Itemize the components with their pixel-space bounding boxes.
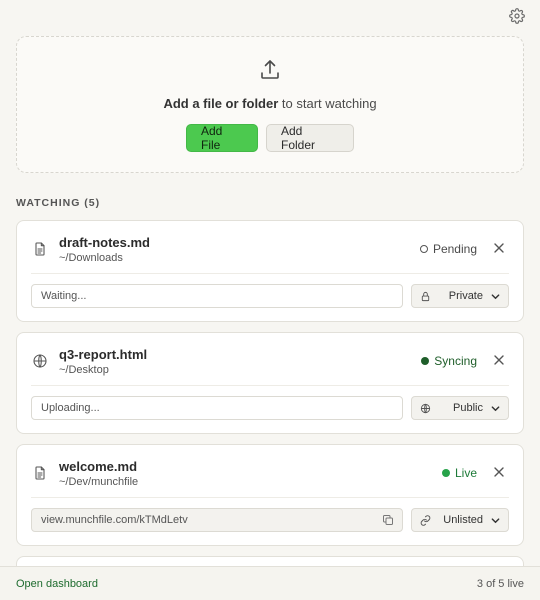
dropzone-headline: Add a file or folder to start watching bbox=[163, 96, 376, 111]
visibility-label: Private bbox=[448, 290, 483, 302]
divider bbox=[31, 273, 509, 274]
status-label: Live bbox=[454, 466, 477, 480]
gear-icon[interactable] bbox=[509, 8, 525, 24]
status-label: Pending bbox=[432, 242, 477, 256]
upload-icon bbox=[261, 60, 279, 79]
add-file-button[interactable]: Add File bbox=[186, 124, 258, 152]
divider bbox=[31, 497, 509, 498]
status-badge: Live bbox=[441, 466, 477, 480]
visibility-dropdown[interactable]: Unlisted bbox=[411, 508, 509, 532]
link-icon bbox=[420, 514, 431, 526]
document-icon bbox=[35, 466, 45, 480]
status-dot bbox=[419, 245, 428, 253]
share-url-text: view.munchfile.com/kTMdLetv bbox=[41, 514, 188, 526]
add-folder-button[interactable]: Add Folder bbox=[266, 124, 354, 152]
globe-icon bbox=[420, 403, 431, 413]
lock-icon bbox=[421, 291, 430, 301]
chevron-down-icon bbox=[491, 517, 500, 523]
watching-section-title: WATCHING (5) bbox=[16, 197, 101, 209]
dropzone-headline-bold: Add a file or folder bbox=[163, 96, 279, 111]
status-dot bbox=[441, 469, 450, 477]
status-badge: Syncing bbox=[421, 354, 477, 368]
file-path: ~/Desktop bbox=[59, 364, 109, 376]
visibility-label: Unlisted bbox=[443, 514, 483, 526]
file-name: welcome.md bbox=[59, 459, 138, 474]
globe-icon bbox=[33, 354, 47, 368]
share-url-field[interactable]: Uploading... bbox=[31, 396, 403, 420]
open-dashboard-link[interactable]: Open dashboard bbox=[16, 578, 98, 590]
close-icon[interactable] bbox=[494, 467, 504, 477]
visibility-dropdown[interactable]: Private bbox=[411, 284, 509, 308]
file-path: ~/Downloads bbox=[59, 252, 123, 264]
dropzone-headline-rest: to start watching bbox=[278, 96, 377, 111]
watch-card-draft-notes: draft-notes.md ~/Downloads Pending Waiti… bbox=[16, 220, 524, 322]
file-path: ~/Dev/munchfile bbox=[59, 476, 139, 488]
live-count: 3 of 5 live bbox=[476, 577, 524, 590]
visibility-label: Public bbox=[453, 402, 483, 414]
status-label: Syncing bbox=[434, 354, 477, 368]
dropzone[interactable]: Add a file or folder to start watching A… bbox=[16, 36, 524, 173]
watch-card-q3-report: q3-report.html ~/Desktop Syncing Uploadi… bbox=[16, 332, 524, 434]
status-badge: Pending bbox=[419, 242, 477, 256]
status-dot bbox=[421, 357, 430, 365]
close-icon[interactable] bbox=[494, 355, 504, 365]
document-icon bbox=[35, 242, 45, 256]
share-url-field[interactable]: view.munchfile.com/kTMdLetv bbox=[31, 508, 403, 532]
share-url-text: Uploading... bbox=[41, 402, 100, 414]
chevron-down-icon bbox=[491, 293, 500, 299]
share-url-text: Waiting... bbox=[41, 290, 87, 302]
watch-card-welcome: welcome.md ~/Dev/munchfile Live view.mun… bbox=[16, 444, 524, 546]
visibility-dropdown[interactable]: Public bbox=[411, 396, 509, 420]
close-icon[interactable] bbox=[494, 243, 504, 253]
chevron-down-icon bbox=[491, 405, 500, 411]
copy-icon[interactable] bbox=[382, 514, 394, 526]
file-name: draft-notes.md bbox=[59, 235, 150, 250]
footer: Open dashboard 3 of 5 live bbox=[0, 566, 540, 600]
divider bbox=[31, 385, 509, 386]
share-url-field[interactable]: Waiting... bbox=[31, 284, 403, 308]
file-name: q3-report.html bbox=[59, 347, 148, 362]
